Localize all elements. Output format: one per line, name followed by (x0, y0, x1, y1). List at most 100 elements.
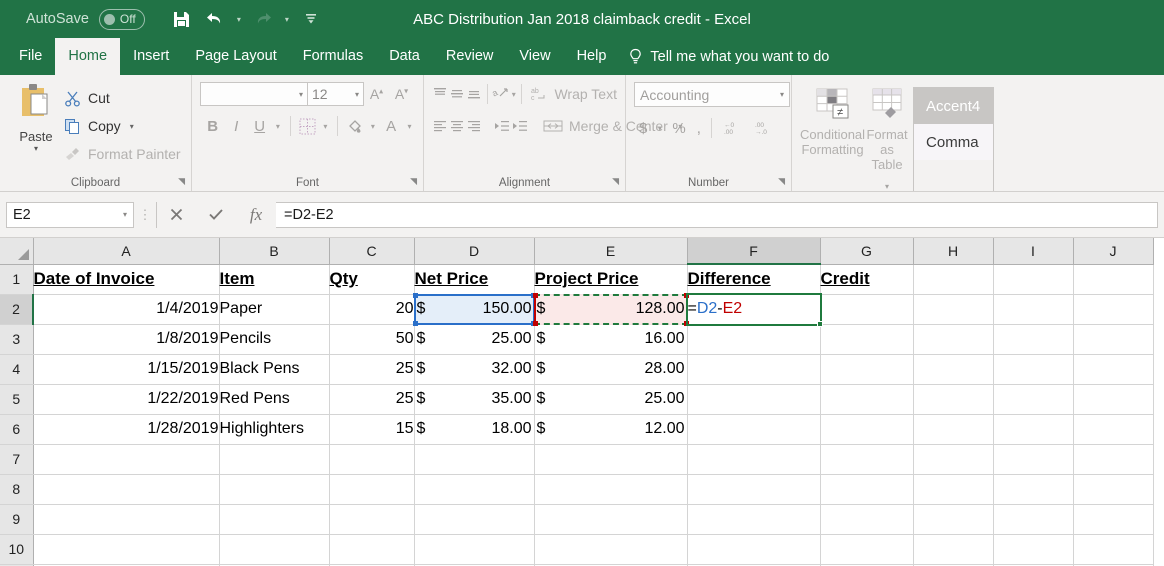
column-header-f[interactable]: F (687, 238, 821, 265)
cell-C3[interactable]: 50 (329, 324, 415, 355)
cell-F3[interactable] (687, 324, 821, 355)
cell-I6[interactable] (993, 414, 1074, 445)
underline-button[interactable]: U (249, 114, 270, 138)
align-left-icon[interactable] (432, 114, 448, 138)
cancel-formula-button[interactable] (156, 201, 196, 228)
column-header-e[interactable]: E (534, 238, 688, 265)
align-right-icon[interactable] (466, 114, 482, 138)
align-top-icon[interactable] (432, 82, 448, 106)
row-header-9[interactable]: 9 (0, 504, 34, 535)
undo-dropdown-icon[interactable]: ▾ (233, 5, 245, 33)
cell-E2[interactable]: $ 128.00 (532, 292, 689, 326)
font-size-input[interactable]: 12 ▾ (308, 82, 364, 106)
cell-C5[interactable]: 25 (329, 384, 415, 415)
cell-D7[interactable] (414, 444, 535, 475)
cell-G1[interactable]: Credit (820, 264, 914, 295)
font-color-icon[interactable]: A (380, 114, 401, 138)
cell-A4[interactable]: 1/15/2019 (33, 354, 220, 385)
borders-icon[interactable] (296, 114, 317, 138)
cell-G4[interactable] (820, 354, 914, 385)
cell-J5[interactable] (1073, 384, 1154, 415)
tab-insert[interactable]: Insert (120, 38, 182, 75)
row-header-5[interactable]: 5 (0, 384, 34, 415)
cell-G3[interactable] (820, 324, 914, 355)
cell-F1[interactable]: Difference (687, 264, 821, 295)
font-color-dropdown-icon[interactable]: ▾ (404, 114, 415, 138)
row-header-10[interactable]: 10 (0, 534, 34, 565)
borders-dropdown-icon[interactable]: ▾ (320, 114, 331, 138)
cell-F6[interactable] (687, 414, 821, 445)
cell-C9[interactable] (329, 504, 415, 535)
cell-C6[interactable]: 15 (329, 414, 415, 445)
row-header-7[interactable]: 7 (0, 444, 34, 475)
font-dialog-launcher-icon[interactable]: ◥ (410, 176, 417, 187)
clipboard-dialog-launcher-icon[interactable]: ◥ (178, 176, 185, 187)
cell-H9[interactable] (913, 504, 994, 535)
cell-C8[interactable] (329, 474, 415, 505)
redo-icon[interactable] (248, 5, 278, 33)
increase-font-size-icon[interactable]: A▴ (364, 86, 389, 102)
cell-E10[interactable] (534, 534, 688, 565)
cell-D4[interactable]: $32.00 (414, 354, 535, 385)
cell-J8[interactable] (1073, 474, 1154, 505)
cell-E1[interactable]: Project Price (534, 264, 688, 295)
cell-F2[interactable]: =D2-E2 (685, 292, 823, 327)
cell-G2[interactable] (820, 294, 914, 325)
formula-bar-grip[interactable]: ⋮ (134, 207, 156, 223)
cell-C7[interactable] (329, 444, 415, 475)
align-center-icon[interactable] (449, 114, 465, 138)
decrease-decimal-icon[interactable]: .00 →.0 (748, 116, 778, 140)
accounting-dropdown-icon[interactable]: ▾ (653, 116, 666, 140)
copy-button[interactable]: Copy ▾ (64, 114, 181, 138)
cell-H5[interactable] (913, 384, 994, 415)
cell-G6[interactable] (820, 414, 914, 445)
tell-me-search[interactable]: Tell me what you want to do (628, 38, 829, 75)
cell-B5[interactable]: Red Pens (219, 384, 330, 415)
cell-F4[interactable] (687, 354, 821, 385)
accounting-format-button[interactable]: $ (634, 116, 652, 140)
cell-C10[interactable] (329, 534, 415, 565)
cell-H1[interactable] (913, 264, 994, 295)
cell-F10[interactable] (687, 534, 821, 565)
cell-E5[interactable]: $25.00 (534, 384, 688, 415)
copy-dropdown-icon[interactable]: ▾ (130, 122, 134, 131)
cell-H4[interactable] (913, 354, 994, 385)
redo-dropdown-icon[interactable]: ▾ (281, 5, 293, 33)
decrease-font-size-icon[interactable]: A▾ (389, 86, 414, 102)
number-format-select[interactable]: Accounting ▾ (634, 82, 790, 107)
tab-page-layout[interactable]: Page Layout (182, 38, 289, 75)
italic-button[interactable]: I (225, 114, 246, 138)
cell-E9[interactable] (534, 504, 688, 535)
formula-input[interactable]: =D2-E2 (276, 201, 1158, 228)
decrease-indent-icon[interactable] (492, 114, 510, 138)
cell-F9[interactable] (687, 504, 821, 535)
cell-I5[interactable] (993, 384, 1074, 415)
cell-J4[interactable] (1073, 354, 1154, 385)
autosave-toggle[interactable]: Off (98, 8, 145, 30)
cell-H2[interactable] (913, 294, 994, 325)
column-header-d[interactable]: D (414, 238, 535, 265)
cell-H7[interactable] (913, 444, 994, 475)
cell-I1[interactable] (993, 264, 1074, 295)
cell-B9[interactable] (219, 504, 330, 535)
cell-B4[interactable]: Black Pens (219, 354, 330, 385)
cell-C2[interactable]: 20 (329, 294, 415, 325)
cell-I3[interactable] (993, 324, 1074, 355)
customize-qat-icon[interactable] (296, 5, 326, 33)
column-header-g[interactable]: G (820, 238, 914, 265)
cell-J9[interactable] (1073, 504, 1154, 535)
cell-E3[interactable]: $16.00 (534, 324, 688, 355)
cell-F7[interactable] (687, 444, 821, 475)
column-header-i[interactable]: I (993, 238, 1074, 265)
alignment-dialog-launcher-icon[interactable]: ◥ (612, 176, 619, 187)
cell-J3[interactable] (1073, 324, 1154, 355)
tab-formulas[interactable]: Formulas (290, 38, 376, 75)
cell-A9[interactable] (33, 504, 220, 535)
cell-B10[interactable] (219, 534, 330, 565)
column-header-j[interactable]: J (1073, 238, 1154, 265)
insert-function-button[interactable]: fx (236, 202, 276, 228)
paste-dropdown-icon[interactable]: ▾ (34, 145, 38, 153)
cell-I4[interactable] (993, 354, 1074, 385)
cell-style-comma[interactable]: Comma (914, 124, 993, 160)
cell-D5[interactable]: $35.00 (414, 384, 535, 415)
